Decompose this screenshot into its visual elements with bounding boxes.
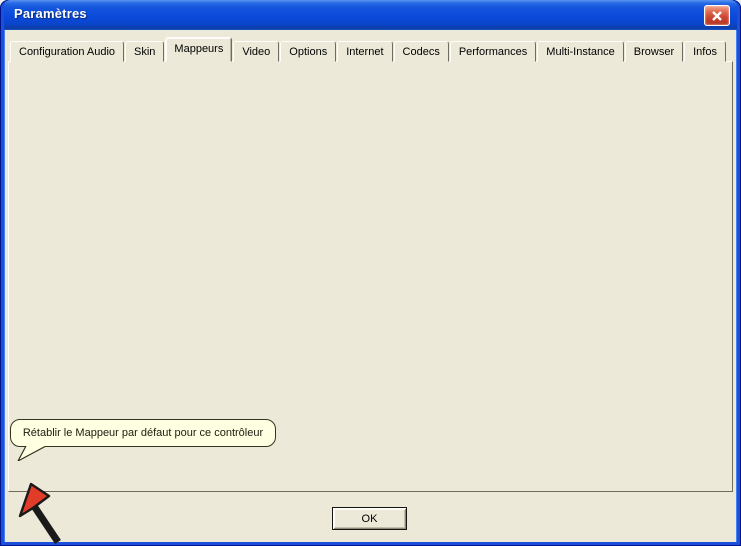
tooltip-text: Rétablir le Mappeur par défaut pour ce c… [23, 427, 263, 439]
ok-label: OK [362, 513, 378, 525]
window-title: Paramètres [14, 6, 87, 21]
title-bar[interactable]: Paramètres [4, 0, 737, 30]
parametres-dialog: Paramètres Configuration AudioSkinMappeu… [0, 0, 741, 546]
tooltip: Rétablir le Mappeur par défaut pour ce c… [10, 419, 276, 447]
ok-button[interactable]: OK [332, 507, 407, 530]
tooltip-tail [16, 446, 50, 461]
tab-video[interactable]: Video [233, 41, 279, 62]
close-button[interactable] [704, 5, 730, 26]
tab-skin[interactable]: Skin [125, 41, 164, 62]
tab-performances[interactable]: Performances [450, 41, 536, 62]
tab-bar: Configuration AudioSkinMappeursVideoOpti… [10, 40, 727, 62]
tab-options[interactable]: Options [280, 41, 336, 62]
tab-internet[interactable]: Internet [337, 41, 392, 62]
tab-browser[interactable]: Browser [625, 41, 683, 62]
tab-codecs[interactable]: Codecs [394, 41, 449, 62]
tab-configuration-audio[interactable]: Configuration Audio [10, 41, 124, 62]
tab-infos[interactable]: Infos [684, 41, 726, 62]
tab-mappeurs[interactable]: Mappeurs [165, 37, 232, 62]
close-icon [711, 10, 723, 22]
tab-multi-instance[interactable]: Multi-Instance [537, 41, 623, 62]
